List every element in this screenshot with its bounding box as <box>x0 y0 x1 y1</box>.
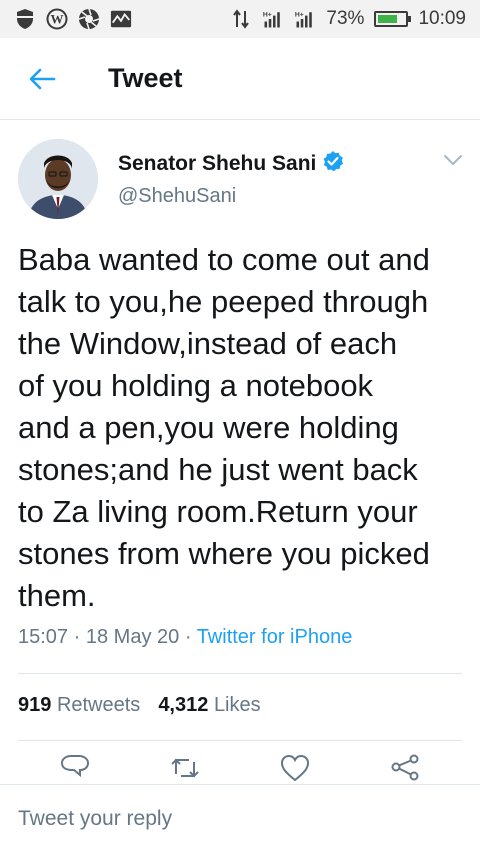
reply-button[interactable] <box>55 754 95 784</box>
svg-text:H+: H+ <box>263 11 272 18</box>
tweet-options-button[interactable] <box>438 148 468 172</box>
battery-icon <box>374 11 412 27</box>
app-header: Tweet <box>0 38 480 120</box>
data-arrows-icon <box>230 8 252 30</box>
wordpress-icon: W <box>46 8 68 30</box>
tweet-stats: 919 Retweets 4,312 Likes <box>18 694 261 717</box>
tweet-meta: 15:07 · 18 May 20 · Twitter for iPhone <box>18 626 468 649</box>
signal-h-plus-icon: H+ <box>294 8 316 30</box>
chevron-down-icon <box>444 155 462 165</box>
avatar[interactable] <box>18 139 98 219</box>
retweets-label: Retweets <box>56 694 141 716</box>
retweet-icon <box>171 758 199 778</box>
author-display-name[interactable]: Senator Shehu Sani <box>118 152 316 176</box>
activity-icon <box>110 8 132 30</box>
likes-stat[interactable]: 4,312 Likes <box>158 694 260 717</box>
svg-text:W: W <box>51 12 64 27</box>
retweets-stat[interactable]: 919 Retweets <box>18 694 140 717</box>
reply-icon <box>60 755 90 778</box>
author-handle[interactable]: @ShehuSani <box>118 185 344 208</box>
like-button[interactable] <box>275 754 315 784</box>
share-icon <box>391 754 419 781</box>
likes-label: Likes <box>213 694 261 716</box>
status-time: 10:09 <box>418 8 466 29</box>
reply-bar <box>0 784 480 854</box>
divider <box>18 673 462 674</box>
tweet-author: Senator Shehu Sani @ShehuSani <box>18 138 468 220</box>
status-left-icons: W <box>14 8 132 30</box>
tweet-actions <box>0 754 480 784</box>
shield-icon <box>14 8 36 30</box>
page-title: Tweet <box>108 63 183 93</box>
divider <box>18 740 462 741</box>
heart-icon <box>280 754 310 782</box>
meta-separator: · <box>73 626 81 648</box>
tweet-source-link[interactable]: Twitter for iPhone <box>197 626 353 648</box>
name-row: Senator Shehu Sani <box>118 150 344 177</box>
author-names: Senator Shehu Sani @ShehuSani <box>118 150 344 208</box>
reply-input[interactable] <box>18 803 458 835</box>
tweet-time: 15:07 <box>18 626 69 648</box>
likes-count: 4,312 <box>158 694 209 716</box>
tweet-date: 18 May 20 <box>85 626 180 648</box>
verified-badge-icon <box>322 150 344 177</box>
svg-text:H+: H+ <box>295 11 304 18</box>
meta-separator: · <box>184 626 192 648</box>
aperture-icon <box>78 8 100 30</box>
back-button[interactable] <box>12 49 72 109</box>
tweet-text: Baba wanted to come out and talk to you,… <box>18 242 430 613</box>
status-bar: W H+ H+ 73% 10:09 <box>0 0 480 38</box>
retweets-count: 919 <box>18 694 52 716</box>
retweet-button[interactable] <box>165 754 205 784</box>
battery-percent: 73% <box>326 8 365 29</box>
signal-h-plus-icon: H+ <box>262 8 284 30</box>
status-right-icons: H+ H+ 73% 10:09 <box>230 8 466 30</box>
back-arrow-icon <box>29 68 56 89</box>
share-button[interactable] <box>385 754 425 784</box>
